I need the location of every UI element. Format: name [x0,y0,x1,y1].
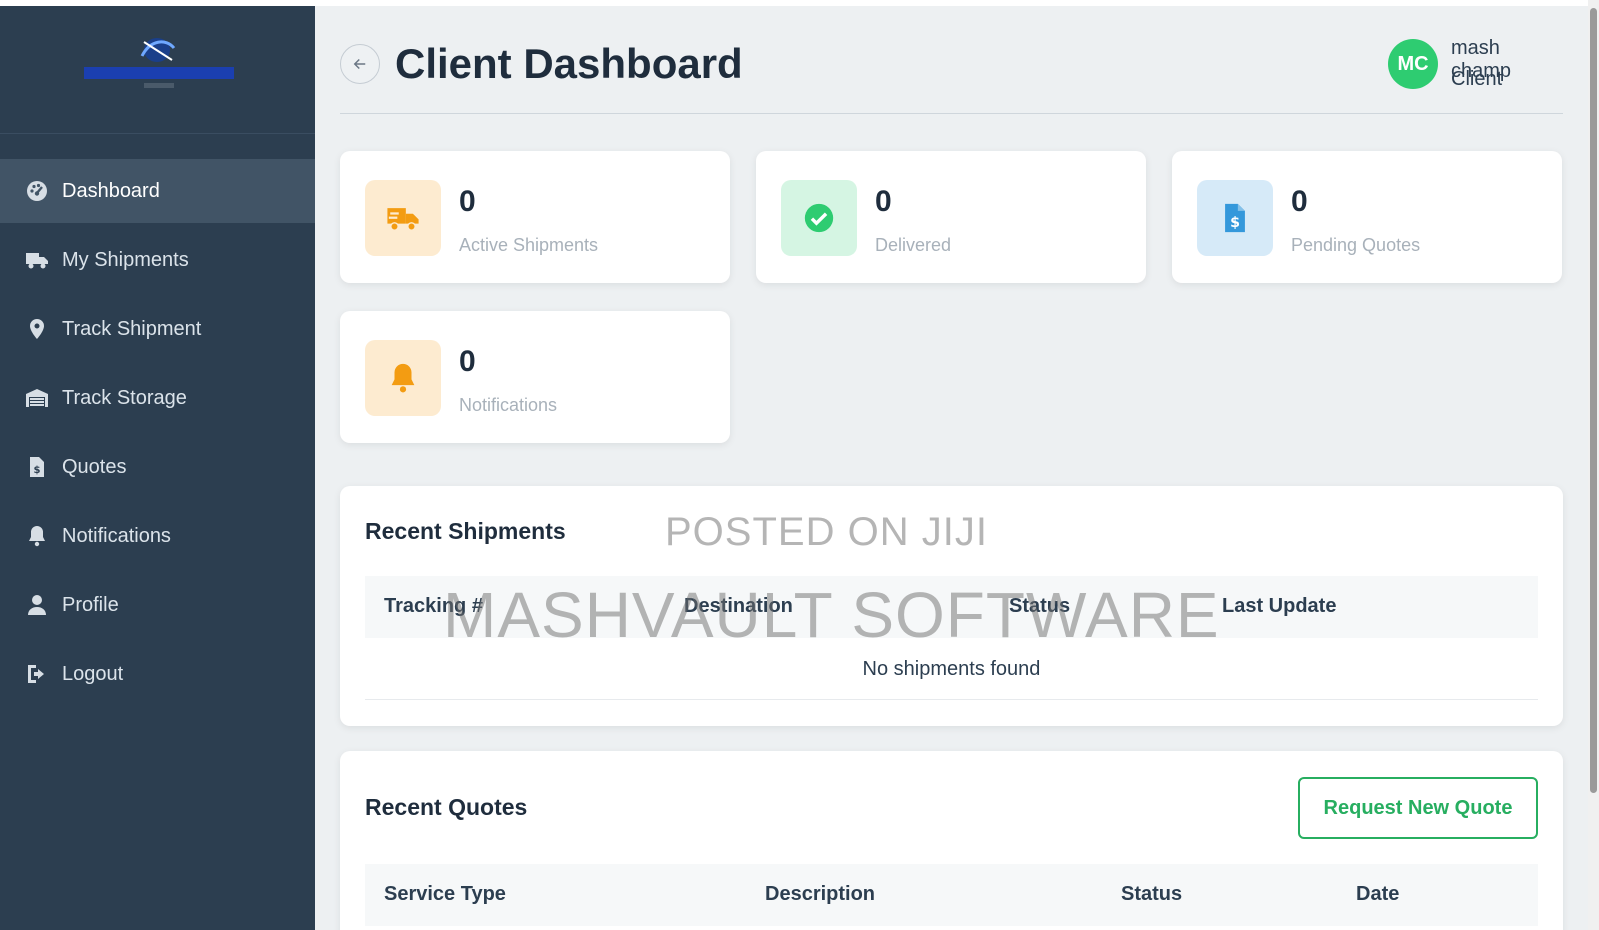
logout-icon [24,661,50,687]
check-circle-icon [781,180,857,256]
watermark-company: MASHVAULT SOFTWARE [443,579,1220,651]
svg-text:$: $ [1230,215,1240,231]
user-role: Client [1451,68,1503,90]
column-header-date: Date [1356,883,1400,905]
sidebar-item-my-shipments[interactable]: My Shipments [0,228,315,292]
warehouse-icon [24,385,50,411]
avatar[interactable]: MC [1388,39,1438,89]
column-header-description: Description [765,883,876,905]
page-scrollbar[interactable] [1588,0,1599,930]
arrow-left-icon [353,58,366,70]
sidebar: Dashboard My Shipments Track Shipment Tr… [0,6,315,930]
sidebar-item-track-shipment[interactable]: Track Shipment [0,297,315,361]
request-new-quote-button[interactable]: Request New Quote [1298,777,1538,839]
stat-label: Notifications [459,395,558,415]
scrollbar-thumb[interactable] [1590,8,1597,793]
stat-label: Pending Quotes [1291,235,1421,255]
sidebar-item-label: Logout [62,662,124,685]
stat-card-pending-quotes[interactable]: $ 0 Pending Quotes [1172,151,1562,283]
main-content: Client Dashboard MC mash champ Client 0 … [315,6,1599,930]
sidebar-item-track-storage[interactable]: Track Storage [0,366,315,430]
sidebar-item-label: My Shipments [62,248,189,271]
sidebar-item-label: Profile [62,593,119,616]
stat-card-notifications[interactable]: 0 Notifications [340,311,730,443]
bell-icon [365,340,441,416]
stat-value: 0 [459,185,476,218]
stat-card-delivered[interactable]: 0 Delivered [756,151,1146,283]
recent-quotes-panel: Recent Quotes Request New Quote Service … [340,751,1563,930]
logo-area [0,6,315,134]
map-pin-icon [24,316,50,342]
page-header: Client Dashboard MC mash champ Client [340,6,1563,114]
column-header-status: Status [1121,883,1183,905]
company-logo [84,38,234,88]
invoice-icon: $ [1197,180,1273,256]
truck-icon [365,180,441,256]
stat-value: 0 [459,345,476,378]
sidebar-item-quotes[interactable]: $ Quotes [0,435,315,499]
invoice-icon: $ [24,454,50,480]
sidebar-item-label: Track Shipment [62,317,202,340]
watermark-posted-on: POSTED ON JIJI [665,510,988,554]
sidebar-nav: Dashboard My Shipments Track Shipment Tr… [0,159,315,706]
sidebar-item-profile[interactable]: Profile [0,573,315,637]
sidebar-item-label: Dashboard [62,179,160,202]
svg-text:$: $ [34,465,41,476]
bell-icon [24,523,50,549]
recent-shipments-title: Recent Shipments [365,518,566,544]
sidebar-item-logout[interactable]: Logout [0,642,315,706]
user-icon [24,592,50,618]
sidebar-item-label: Quotes [62,455,127,478]
sidebar-item-label: Track Storage [62,386,187,409]
stat-card-active-shipments[interactable]: 0 Active Shipments [340,151,730,283]
page-title: Client Dashboard [395,40,743,87]
column-header-last-update: Last Update [1222,595,1337,617]
column-header-service-type: Service Type [384,883,506,905]
dashboard-icon [24,178,50,204]
sidebar-item-label: Notifications [62,524,171,547]
sidebar-item-dashboard[interactable]: Dashboard [0,159,315,223]
truck-icon [24,247,50,273]
stat-value: 0 [875,185,892,218]
sidebar-item-notifications[interactable]: Notifications [0,504,315,568]
back-button[interactable] [340,44,380,84]
stat-label: Active Shipments [459,235,599,255]
stat-value: 0 [1291,185,1308,218]
recent-quotes-title: Recent Quotes [365,794,528,820]
quotes-table-header: Service Type Description Status Date [365,864,1538,926]
stat-label: Delivered [875,235,952,255]
